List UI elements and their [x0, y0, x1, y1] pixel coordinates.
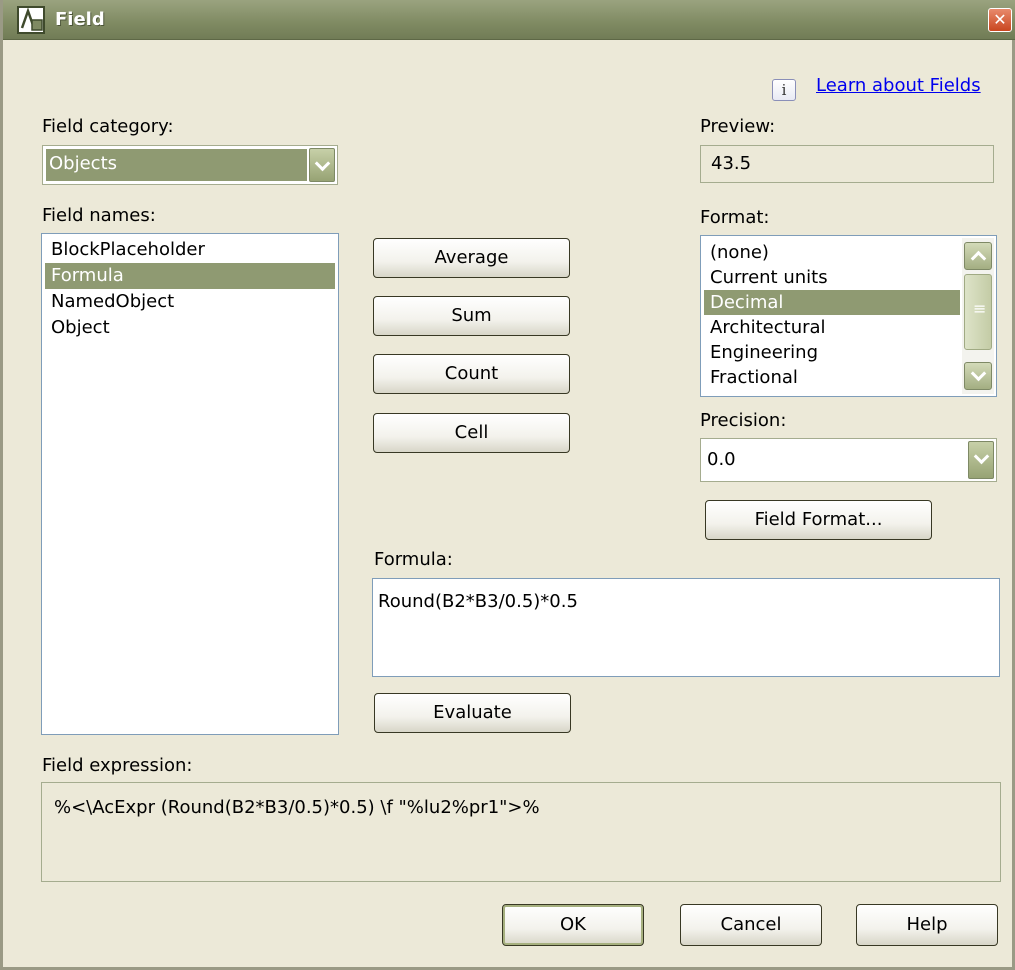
average-button[interactable]: Average	[373, 238, 570, 278]
help-button[interactable]: Help	[856, 904, 998, 946]
scroll-thumb[interactable]	[964, 274, 992, 350]
field-format-button[interactable]: Field Format...	[705, 500, 932, 540]
list-item[interactable]: Fractional	[704, 365, 960, 390]
scroll-down-icon[interactable]	[964, 362, 992, 390]
field-category-select[interactable]: Objects	[42, 145, 338, 185]
cancel-button[interactable]: Cancel	[680, 904, 822, 946]
scroll-up-icon[interactable]	[964, 242, 992, 270]
chevron-down-icon[interactable]	[309, 148, 335, 182]
field-expression-label: Field expression:	[42, 755, 193, 776]
precision-value: 0.0	[707, 449, 736, 470]
field-category-value: Objects	[49, 153, 118, 174]
evaluate-button-label: Evaluate	[433, 702, 512, 723]
format-label: Format:	[700, 207, 770, 228]
list-item[interactable]: (none)	[704, 240, 960, 265]
close-icon[interactable]: ✕	[988, 8, 1012, 32]
list-item[interactable]: BlockPlaceholder	[45, 237, 335, 263]
formula-label: Formula:	[374, 549, 453, 570]
help-button-label: Help	[906, 914, 948, 935]
learn-about-fields-link[interactable]: Learn about Fields	[816, 75, 981, 96]
list-item[interactable]: NamedObject	[45, 289, 335, 315]
field-names-list[interactable]: BlockPlaceholder Formula NamedObject Obj…	[41, 233, 339, 735]
autocad-field-icon	[17, 6, 45, 34]
formula-value: Round(B2*B3/0.5)*0.5	[378, 591, 578, 612]
chevron-down-icon[interactable]	[968, 441, 994, 479]
field-format-button-label: Field Format...	[754, 509, 883, 530]
preview-value: 43.5	[711, 153, 752, 174]
count-button-label: Count	[444, 363, 499, 384]
format-list[interactable]: (none) Current units Decimal Architectur…	[700, 235, 997, 397]
field-expression-box: %<\AcExpr (Round(B2*B3/0.5)*0.5) \f "%lu…	[41, 782, 1001, 882]
average-button-label: Average	[434, 247, 509, 268]
formula-input[interactable]: Round(B2*B3/0.5)*0.5	[372, 578, 1000, 677]
cancel-button-label: Cancel	[720, 914, 782, 935]
evaluate-button[interactable]: Evaluate	[374, 693, 571, 733]
count-button[interactable]: Count	[373, 354, 570, 394]
info-icon[interactable]: i	[772, 79, 796, 101]
field-dialog: Field ✕ i Learn about Fields Field categ…	[0, 0, 1015, 970]
list-item[interactable]: Architectural	[704, 315, 960, 340]
window-title: Field	[55, 9, 105, 30]
ok-button-label: OK	[560, 914, 586, 935]
format-scrollbar[interactable]	[962, 238, 994, 394]
ok-button[interactable]: OK	[502, 904, 644, 946]
cell-button-label: Cell	[454, 422, 489, 443]
field-names-label: Field names:	[42, 205, 156, 226]
sum-button[interactable]: Sum	[373, 296, 570, 336]
list-item[interactable]: Object	[45, 315, 335, 341]
list-item-selected[interactable]: Decimal	[704, 290, 960, 315]
field-category-label: Field category:	[42, 116, 174, 137]
cell-button[interactable]: Cell	[373, 413, 570, 453]
preview-field: 43.5	[700, 145, 994, 183]
list-item-selected[interactable]: Formula	[45, 263, 335, 289]
title-bar[interactable]: Field ✕	[3, 0, 1015, 40]
preview-label: Preview:	[700, 116, 776, 137]
list-item[interactable]: Engineering	[704, 340, 960, 365]
precision-label: Precision:	[700, 410, 787, 431]
precision-select[interactable]: 0.0	[700, 438, 997, 482]
list-item[interactable]: Current units	[704, 265, 960, 290]
field-expression-value: %<\AcExpr (Round(B2*B3/0.5)*0.5) \f "%lu…	[54, 797, 540, 818]
sum-button-label: Sum	[451, 305, 492, 326]
